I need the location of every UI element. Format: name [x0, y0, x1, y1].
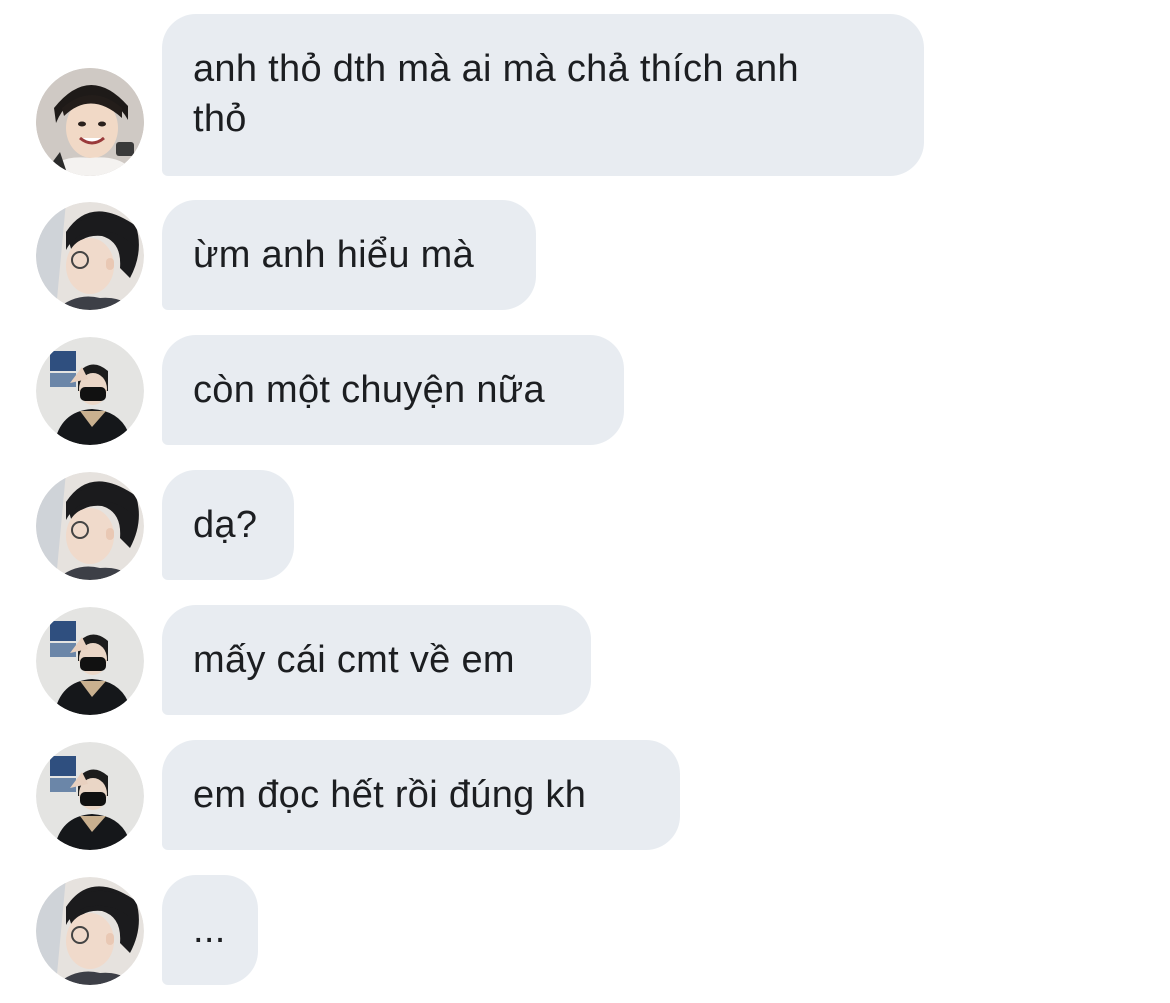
message-row: mấy cái cmt về em	[0, 605, 1170, 715]
avatar-photo-icon	[36, 607, 144, 715]
sender-avatar[interactable]	[36, 472, 144, 580]
message-bubble[interactable]: dạ?	[162, 470, 294, 580]
message-row: ừm anh hiểu mà	[0, 200, 1170, 310]
sender-avatar[interactable]	[36, 742, 144, 850]
sender-avatar[interactable]	[36, 337, 144, 445]
message-row: em đọc hết rồi đúng kh	[0, 740, 1170, 850]
message-thread: anh thỏ dth mà ai mà chả thích anh thỏ ừ…	[0, 0, 1170, 1003]
avatar-photo-icon	[36, 742, 144, 850]
avatar-photo-icon	[36, 877, 144, 985]
message-row: còn một chuyện nữa	[0, 335, 1170, 445]
avatar-photo-icon	[36, 68, 144, 176]
sender-avatar[interactable]	[36, 68, 144, 176]
message-bubble[interactable]: anh thỏ dth mà ai mà chả thích anh thỏ	[162, 14, 924, 176]
message-row: ...	[0, 875, 1170, 985]
avatar-photo-icon	[36, 472, 144, 580]
message-row: dạ?	[0, 470, 1170, 580]
message-bubble[interactable]: còn một chuyện nữa	[162, 335, 624, 445]
avatar-photo-icon	[36, 337, 144, 445]
sender-avatar[interactable]	[36, 877, 144, 985]
message-row: anh thỏ dth mà ai mà chả thích anh thỏ	[0, 14, 1170, 176]
message-bubble[interactable]: em đọc hết rồi đúng kh	[162, 740, 680, 850]
sender-avatar[interactable]	[36, 202, 144, 310]
message-bubble[interactable]: ...	[162, 875, 258, 985]
message-bubble[interactable]: ừm anh hiểu mà	[162, 200, 536, 310]
sender-avatar[interactable]	[36, 607, 144, 715]
avatar-photo-icon	[36, 202, 144, 310]
message-bubble[interactable]: mấy cái cmt về em	[162, 605, 591, 715]
